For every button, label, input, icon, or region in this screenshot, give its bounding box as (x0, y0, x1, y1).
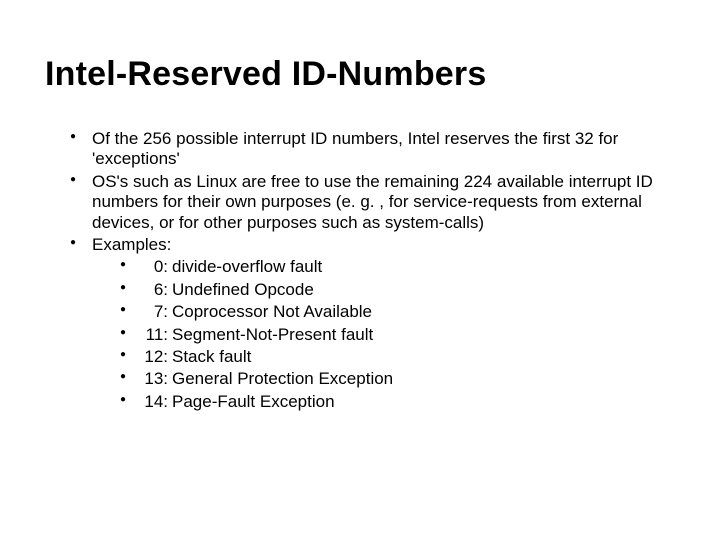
example-label: Stack fault (172, 347, 251, 366)
example-label: Page-Fault Exception (172, 392, 335, 411)
example-num: 6: (142, 280, 168, 300)
bullet-list: Of the 256 possible interrupt ID numbers… (45, 129, 680, 412)
example-item: 11:Segment-Not-Present fault (120, 325, 680, 345)
example-num: 13: (142, 369, 168, 389)
example-label: General Protection Exception (172, 369, 393, 388)
example-num: 14: (142, 392, 168, 412)
example-num: 11: (142, 325, 168, 345)
bullet-item: Of the 256 possible interrupt ID numbers… (70, 129, 680, 170)
example-item: 6:Undefined Opcode (120, 280, 680, 300)
example-label: Undefined Opcode (172, 280, 314, 299)
slide: Intel-Reserved ID-Numbers Of the 256 pos… (0, 0, 720, 540)
example-num: 12: (142, 347, 168, 367)
bullet-text: Examples: (92, 235, 171, 254)
example-label: Coprocessor Not Available (172, 302, 372, 321)
example-item: 7:Coprocessor Not Available (120, 302, 680, 322)
example-item: 0:divide-overflow fault (120, 257, 680, 277)
example-list: 0:divide-overflow fault 6:Undefined Opco… (92, 257, 680, 412)
bullet-item: Examples: 0:divide-overflow fault 6:Unde… (70, 235, 680, 412)
example-item: 12:Stack fault (120, 347, 680, 367)
example-num: 0: (142, 257, 168, 277)
example-label: Segment-Not-Present fault (172, 325, 373, 344)
example-item: 14:Page-Fault Exception (120, 392, 680, 412)
example-num: 7: (142, 302, 168, 322)
example-item: 13:General Protection Exception (120, 369, 680, 389)
bullet-item: OS's such as Linux are free to use the r… (70, 172, 680, 233)
example-label: divide-overflow fault (172, 257, 322, 276)
slide-title: Intel-Reserved ID-Numbers (45, 55, 680, 94)
